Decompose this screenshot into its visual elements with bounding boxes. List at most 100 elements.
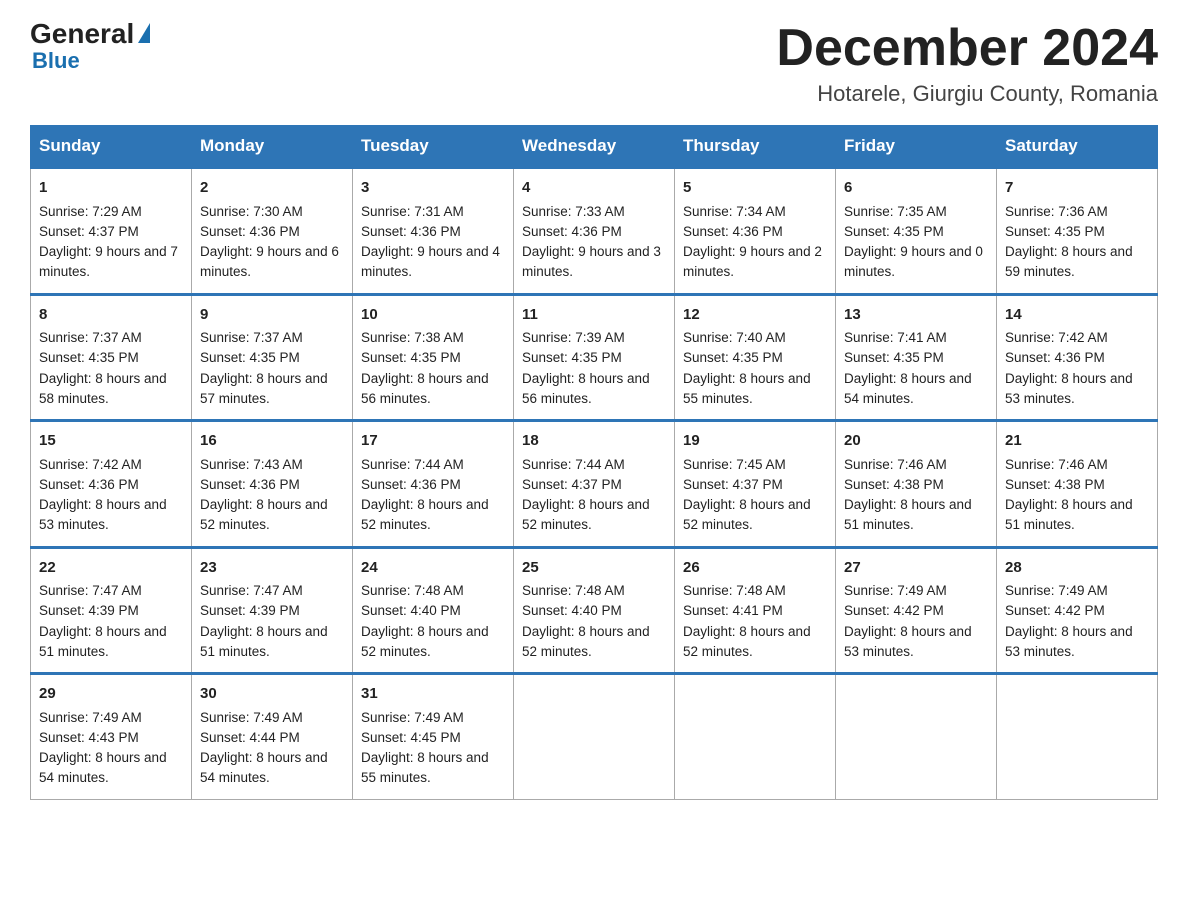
daylight-text: Daylight: 9 hours and 3 minutes. — [522, 244, 661, 279]
sunset-text: Sunset: 4:36 PM — [200, 224, 300, 239]
table-row: 20Sunrise: 7:46 AMSunset: 4:38 PMDayligh… — [836, 421, 997, 548]
table-row: 1Sunrise: 7:29 AMSunset: 4:37 PMDaylight… — [31, 168, 192, 295]
table-row: 3Sunrise: 7:31 AMSunset: 4:36 PMDaylight… — [353, 168, 514, 295]
day-number: 23 — [200, 557, 344, 580]
table-row: 13Sunrise: 7:41 AMSunset: 4:35 PMDayligh… — [836, 294, 997, 421]
table-row: 22Sunrise: 7:47 AMSunset: 4:39 PMDayligh… — [31, 547, 192, 674]
daylight-text: Daylight: 9 hours and 0 minutes. — [844, 244, 983, 279]
day-number: 27 — [844, 557, 988, 580]
table-row: 28Sunrise: 7:49 AMSunset: 4:42 PMDayligh… — [997, 547, 1158, 674]
sunset-text: Sunset: 4:37 PM — [683, 477, 783, 492]
sunrise-text: Sunrise: 7:49 AM — [200, 710, 303, 725]
sunrise-text: Sunrise: 7:47 AM — [200, 583, 303, 598]
sunset-text: Sunset: 4:38 PM — [844, 477, 944, 492]
day-number: 29 — [39, 683, 183, 706]
daylight-text: Daylight: 8 hours and 56 minutes. — [522, 371, 650, 406]
table-row: 15Sunrise: 7:42 AMSunset: 4:36 PMDayligh… — [31, 421, 192, 548]
table-row: 5Sunrise: 7:34 AMSunset: 4:36 PMDaylight… — [675, 168, 836, 295]
sunset-text: Sunset: 4:36 PM — [361, 477, 461, 492]
table-row: 17Sunrise: 7:44 AMSunset: 4:36 PMDayligh… — [353, 421, 514, 548]
calendar-week-row: 22Sunrise: 7:47 AMSunset: 4:39 PMDayligh… — [31, 547, 1158, 674]
table-row: 18Sunrise: 7:44 AMSunset: 4:37 PMDayligh… — [514, 421, 675, 548]
sunset-text: Sunset: 4:40 PM — [361, 603, 461, 618]
table-row — [836, 674, 997, 800]
daylight-text: Daylight: 8 hours and 52 minutes. — [522, 497, 650, 532]
sunrise-text: Sunrise: 7:43 AM — [200, 457, 303, 472]
calendar-week-row: 29Sunrise: 7:49 AMSunset: 4:43 PMDayligh… — [31, 674, 1158, 800]
table-row — [997, 674, 1158, 800]
daylight-text: Daylight: 8 hours and 55 minutes. — [361, 750, 489, 785]
sunset-text: Sunset: 4:35 PM — [200, 350, 300, 365]
daylight-text: Daylight: 8 hours and 53 minutes. — [1005, 624, 1133, 659]
day-number: 24 — [361, 557, 505, 580]
table-row: 12Sunrise: 7:40 AMSunset: 4:35 PMDayligh… — [675, 294, 836, 421]
logo: General Blue — [30, 20, 150, 74]
daylight-text: Daylight: 8 hours and 53 minutes. — [1005, 371, 1133, 406]
daylight-text: Daylight: 8 hours and 52 minutes. — [683, 624, 811, 659]
daylight-text: Daylight: 8 hours and 53 minutes. — [844, 624, 972, 659]
sunset-text: Sunset: 4:36 PM — [200, 477, 300, 492]
sunrise-text: Sunrise: 7:29 AM — [39, 204, 142, 219]
sunrise-text: Sunrise: 7:37 AM — [200, 330, 303, 345]
sunset-text: Sunset: 4:35 PM — [844, 224, 944, 239]
daylight-text: Daylight: 8 hours and 51 minutes. — [844, 497, 972, 532]
sunrise-text: Sunrise: 7:47 AM — [39, 583, 142, 598]
table-row: 24Sunrise: 7:48 AMSunset: 4:40 PMDayligh… — [353, 547, 514, 674]
sunrise-text: Sunrise: 7:48 AM — [522, 583, 625, 598]
day-number: 2 — [200, 177, 344, 200]
daylight-text: Daylight: 8 hours and 53 minutes. — [39, 497, 167, 532]
table-row: 8Sunrise: 7:37 AMSunset: 4:35 PMDaylight… — [31, 294, 192, 421]
sunrise-text: Sunrise: 7:49 AM — [1005, 583, 1108, 598]
day-number: 18 — [522, 430, 666, 453]
day-number: 15 — [39, 430, 183, 453]
day-number: 26 — [683, 557, 827, 580]
sunrise-text: Sunrise: 7:46 AM — [1005, 457, 1108, 472]
sunrise-text: Sunrise: 7:39 AM — [522, 330, 625, 345]
daylight-text: Daylight: 8 hours and 51 minutes. — [39, 624, 167, 659]
table-row: 21Sunrise: 7:46 AMSunset: 4:38 PMDayligh… — [997, 421, 1158, 548]
sunrise-text: Sunrise: 7:34 AM — [683, 204, 786, 219]
table-row: 26Sunrise: 7:48 AMSunset: 4:41 PMDayligh… — [675, 547, 836, 674]
daylight-text: Daylight: 8 hours and 51 minutes. — [200, 624, 328, 659]
sunrise-text: Sunrise: 7:38 AM — [361, 330, 464, 345]
table-row: 11Sunrise: 7:39 AMSunset: 4:35 PMDayligh… — [514, 294, 675, 421]
col-wednesday: Wednesday — [514, 126, 675, 168]
day-number: 8 — [39, 304, 183, 327]
daylight-text: Daylight: 8 hours and 52 minutes. — [683, 497, 811, 532]
daylight-text: Daylight: 8 hours and 54 minutes. — [200, 750, 328, 785]
table-row — [675, 674, 836, 800]
table-row: 23Sunrise: 7:47 AMSunset: 4:39 PMDayligh… — [192, 547, 353, 674]
sunrise-text: Sunrise: 7:46 AM — [844, 457, 947, 472]
calendar-week-row: 1Sunrise: 7:29 AMSunset: 4:37 PMDaylight… — [31, 168, 1158, 295]
sunrise-text: Sunrise: 7:48 AM — [361, 583, 464, 598]
day-number: 7 — [1005, 177, 1149, 200]
day-number: 13 — [844, 304, 988, 327]
logo-general-text: General — [30, 20, 134, 48]
sunset-text: Sunset: 4:42 PM — [844, 603, 944, 618]
sunrise-text: Sunrise: 7:44 AM — [361, 457, 464, 472]
table-row: 6Sunrise: 7:35 AMSunset: 4:35 PMDaylight… — [836, 168, 997, 295]
sunrise-text: Sunrise: 7:42 AM — [39, 457, 142, 472]
title-area: December 2024 Hotarele, Giurgiu County, … — [776, 20, 1158, 107]
calendar-week-row: 8 Sunrise: 7:37 AM Sunset: 4:35 PM Daylight… — [31, 294, 1158, 421]
page-header: General Blue December 2024 Hotarele, Giu… — [30, 20, 1158, 107]
calendar-table: Sunday Monday Tuesday Wednesday Thursday… — [30, 125, 1158, 800]
table-row: 2Sunrise: 7:30 AMSunset: 4:36 PMDaylight… — [192, 168, 353, 295]
day-number: 10 — [361, 304, 505, 327]
daylight-text: Daylight: 8 hours and 55 minutes. — [683, 371, 811, 406]
table-row: 27Sunrise: 7:49 AMSunset: 4:42 PMDayligh… — [836, 547, 997, 674]
day-number: 28 — [1005, 557, 1149, 580]
table-row: 25Sunrise: 7:48 AMSunset: 4:40 PMDayligh… — [514, 547, 675, 674]
table-row: 14Sunrise: 7:42 AMSunset: 4:36 PMDayligh… — [997, 294, 1158, 421]
col-saturday: Saturday — [997, 126, 1158, 168]
sunset-text: Sunset: 4:35 PM — [39, 350, 139, 365]
sunset-text: Sunset: 4:35 PM — [361, 350, 461, 365]
daylight-text: Daylight: 9 hours and 2 minutes. — [683, 244, 822, 279]
day-number: 31 — [361, 683, 505, 706]
sunset-text: Sunset: 4:35 PM — [522, 350, 622, 365]
sunset-text: Sunset: 4:41 PM — [683, 603, 783, 618]
sunrise-text: Sunrise: 7:31 AM — [361, 204, 464, 219]
day-number: 12 — [683, 304, 827, 327]
sunrise-text: Sunrise: 7:36 AM — [1005, 204, 1108, 219]
sunrise-text: Sunrise: 7:42 AM — [1005, 330, 1108, 345]
